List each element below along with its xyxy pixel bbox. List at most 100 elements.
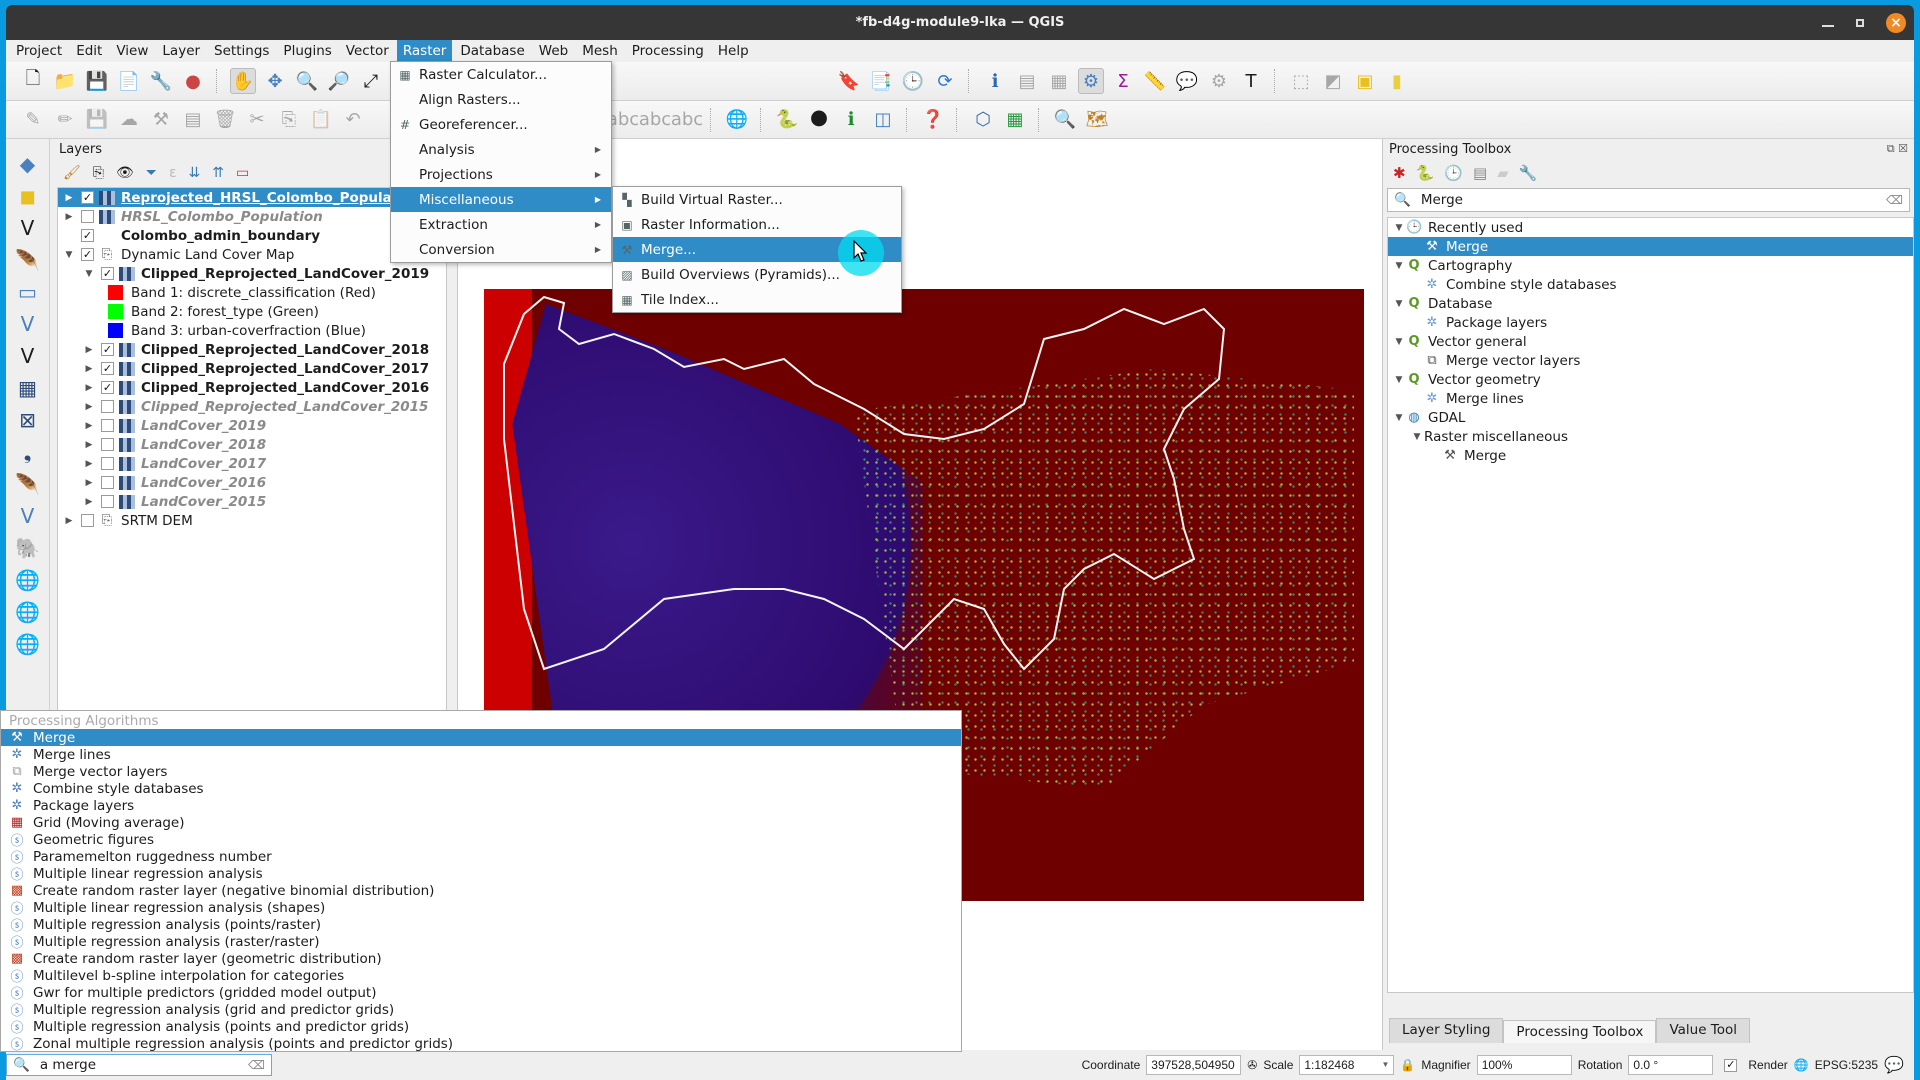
magnifier-spinbox[interactable]: 100% [1476, 1055, 1572, 1075]
collapse-arrow-icon[interactable]: ▼ [82, 269, 96, 279]
expand-arrow-icon[interactable]: ▶ [62, 193, 76, 203]
globe-icon[interactable]: 🌑 [806, 107, 832, 133]
locator-result-item[interactable]: ⓢ Multiple linear regression analysis (sh… [1, 899, 961, 918]
float-panel-icon[interactable]: ⧉ [1887, 142, 1895, 155]
menu-item-conversion[interactable]: Conversion ▶ [391, 237, 611, 262]
expand-arrow-icon[interactable]: ▶ [82, 478, 96, 488]
add-wms-layer-icon[interactable]: 🌐 [12, 567, 44, 593]
locator-result-item[interactable]: ⓢ Multiple linear regression analysis [1, 865, 961, 884]
add-wcs-layer-icon[interactable]: 🌐 [12, 599, 44, 625]
locator-result-item[interactable]: ✲ Merge lines [1, 746, 961, 763]
menu-settings[interactable]: Settings [208, 40, 275, 62]
add-mesh-layer-icon[interactable]: ⊠ [12, 407, 44, 433]
menu-vector[interactable]: Vector [340, 40, 395, 62]
toolbox-group[interactable]: ▼ Q Database [1388, 294, 1913, 313]
layer-tree-item[interactable]: ▼ ✓ Clipped_Reprojected_LandCover_2019 [58, 264, 446, 283]
collapse-all-icon[interactable]: ⇈ [212, 165, 224, 181]
menu-view[interactable]: View [110, 40, 154, 62]
collapse-arrow-icon[interactable]: ▼ [1392, 413, 1406, 423]
new-print-layout-icon[interactable]: 📄 [116, 68, 142, 94]
menu-help[interactable]: Help [712, 40, 755, 62]
toolbox-search-input[interactable]: 🔍 Merge ⌫ [1387, 188, 1910, 212]
manage-visibility-icon[interactable]: 👁 [116, 165, 134, 181]
cut-features-icon[interactable]: ✂ [244, 107, 270, 133]
locator-result-item[interactable]: ⓢ Multiple regression analysis (grid and … [1, 1001, 961, 1020]
legend-item[interactable]: Band 2: forest_type (Green) [58, 302, 446, 321]
layer-tree-item[interactable]: ✓ Colombo_admin_boundary [58, 226, 446, 245]
edit-features-in-place-icon[interactable]: ▰ [1497, 164, 1509, 182]
menu-item-analysis[interactable]: Analysis ▶ [391, 137, 611, 162]
layer-visibility-checkbox[interactable]: ✓ [81, 229, 94, 242]
close-button[interactable]: × [1886, 12, 1906, 33]
toolbox-group[interactable]: ▼ Q Vector geometry [1388, 370, 1913, 389]
show-bookmarks-icon[interactable]: 📑 [868, 68, 894, 94]
new-temporary-layer-icon[interactable]: ▭ [12, 279, 44, 305]
expand-arrow-icon[interactable]: ▶ [82, 497, 96, 507]
expand-arrow-icon[interactable]: ▶ [82, 383, 96, 393]
crs-button[interactable]: EPSG:5235 [1815, 1058, 1878, 1072]
collapse-arrow-icon[interactable]: ▼ [1392, 299, 1406, 309]
collapse-arrow-icon[interactable]: ▼ [1392, 375, 1406, 385]
locator-result-item[interactable]: ⧉ Merge vector layers [1, 763, 961, 780]
toolbox-algorithm[interactable]: ⚒ Merge [1388, 237, 1913, 256]
layer-tree-item[interactable]: ▶ ✓ Clipped_Reprojected_LandCover_2017 [58, 359, 446, 378]
topology-checker-icon[interactable]: ⬡ [970, 107, 996, 133]
locator-result-item[interactable]: ⓢ Paramemelton ruggedness number [1, 848, 961, 867]
locator-result-item[interactable]: ▩ Create random raster layer (geometric d… [1, 950, 961, 967]
toolbox-algorithm[interactable]: ✲ Combine style databases [1388, 275, 1913, 294]
new-project-icon[interactable]: 🗋 [20, 68, 46, 94]
add-raster-layer-icon[interactable]: ▦ [12, 375, 44, 401]
toolbox-algorithm[interactable]: ✲ Package layers [1388, 313, 1913, 332]
layer-tree-item[interactable]: ▶ ✓ Reprojected_HRSL_Colombo_Population [58, 188, 446, 207]
menu-item-projections[interactable]: Projections ▶ [391, 162, 611, 187]
layout-manager-icon[interactable]: 🔧 [148, 68, 174, 94]
add-feature-icon[interactable]: ☁ [116, 107, 142, 133]
processing-toolbox-icon[interactable]: ⚙ [1078, 68, 1104, 94]
pan-to-selection-icon[interactable]: ✥ [262, 68, 288, 94]
layer-visibility-checkbox[interactable] [101, 438, 114, 451]
new-shapefile-icon[interactable]: V [12, 215, 44, 241]
deselect-icon[interactable]: ◩ [1320, 68, 1346, 94]
value-tool-icon[interactable]: ℹ [838, 107, 864, 133]
new-geopackage-icon[interactable]: ◼ [12, 183, 44, 209]
toolbox-group[interactable]: ▼ 🕒 Recently used [1388, 218, 1913, 237]
field-calculator-icon[interactable]: ▦ [1046, 68, 1072, 94]
layer-visibility-checkbox[interactable] [101, 495, 114, 508]
locator-result-item[interactable]: ⓢ Multiple regression analysis (raster/ra… [1, 933, 961, 952]
menu-edit[interactable]: Edit [70, 40, 108, 62]
layer-tree-item[interactable]: ▶ ⎘ SRTM DEM [58, 511, 446, 530]
locator-result-item[interactable]: ⓢ Multiple regression analysis (points/ra… [1, 916, 961, 935]
refresh-table-icon[interactable]: ▦ [1002, 107, 1028, 133]
legend-item[interactable]: Band 1: discrete_classification (Red) [58, 283, 446, 302]
menu-raster[interactable]: Raster [396, 40, 453, 62]
menu-item-align-rasters[interactable]: Align Rasters... [391, 87, 611, 112]
text-annotation-icon[interactable]: T [1238, 68, 1264, 94]
layer-visibility-checkbox[interactable]: ✓ [81, 248, 94, 261]
toolbox-algorithm[interactable]: ⧉ Merge vector layers [1388, 351, 1913, 370]
add-postgis-layer-icon[interactable]: 🐘 [12, 535, 44, 561]
layer-visibility-checkbox[interactable] [101, 476, 114, 489]
open-project-icon[interactable]: 📁 [52, 68, 78, 94]
remove-layer-icon[interactable]: ▭ [236, 165, 249, 181]
tab-processing-toolbox[interactable]: Processing Toolbox [1503, 1020, 1657, 1043]
layer-tree-item[interactable]: ▶ Clipped_Reprojected_LandCover_2015 [58, 397, 446, 416]
locator-result-item[interactable]: ⓢ Geometric figures [1, 831, 961, 850]
locator-search-icon[interactable]: 🔍 [1052, 107, 1078, 133]
toolbox-algorithm[interactable]: ▼ Raster miscellaneous [1388, 427, 1913, 446]
toggle-extents-icon[interactable]: ✇ [1247, 1058, 1257, 1072]
map-swipe-icon[interactable]: ◫ [870, 107, 896, 133]
expand-arrow-icon[interactable]: ▶ [82, 459, 96, 469]
layer-visibility-checkbox[interactable]: ✓ [101, 381, 114, 394]
layer-tree-item[interactable]: ▶ LandCover_2016 [58, 473, 446, 492]
coordinate-field[interactable]: 397528,504950 [1146, 1055, 1242, 1075]
save-project-icon[interactable]: 💾 [84, 68, 110, 94]
copy-features-icon[interactable]: ⎘ [276, 107, 302, 133]
layer-visibility-checkbox[interactable]: ✓ [101, 267, 114, 280]
rotate-label-icon[interactable]: abc [639, 107, 671, 133]
add-virtual-layer-icon[interactable]: V [12, 503, 44, 529]
locator-result-item[interactable]: ▦ Grid (Moving average) [1, 814, 961, 831]
locator-search-input[interactable]: 🔍 a merge ⌫ [6, 1054, 272, 1076]
layer-tree-item[interactable]: ▼ ✓ ⎘ Dynamic Land Cover Map [58, 245, 446, 264]
expand-all-icon[interactable]: ⇊ [189, 165, 201, 181]
layer-visibility-checkbox[interactable] [101, 400, 114, 413]
